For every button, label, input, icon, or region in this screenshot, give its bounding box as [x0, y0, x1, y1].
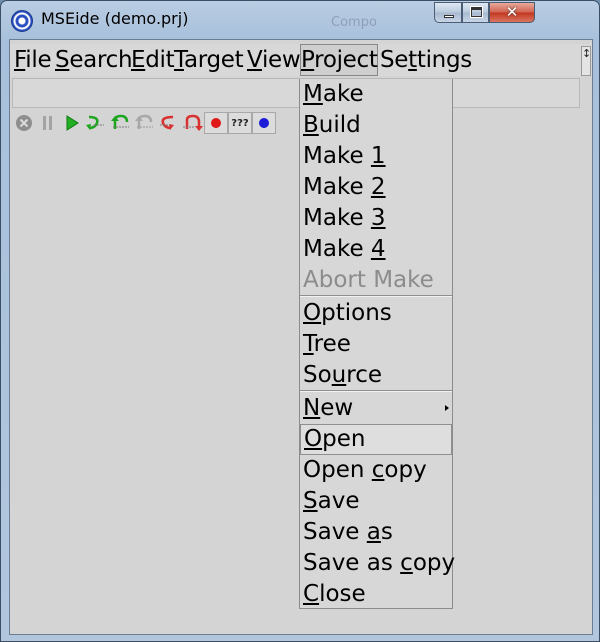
menu-separator — [300, 295, 452, 297]
menu-item-tree[interactable]: Tree — [300, 329, 452, 360]
menu-search[interactable]: Search — [55, 44, 133, 76]
menu-item-save-as[interactable]: Save as — [300, 517, 452, 548]
minimize-icon — [444, 15, 454, 18]
watch-button[interactable] — [252, 112, 276, 134]
menu-item-save-as-copy[interactable]: Save as copy — [300, 548, 455, 579]
pause-icon — [43, 116, 52, 130]
menu-bar: File Search Edit Target View Project Set… — [10, 44, 592, 76]
menu-item-open-copy[interactable]: Open copy — [300, 455, 452, 486]
debug-toolbar: ??? — [12, 112, 276, 134]
menu-settings[interactable]: Settings — [380, 44, 472, 76]
menu-item-source[interactable]: Source — [300, 360, 452, 391]
submenu-arrow-icon — [445, 405, 449, 411]
step-back-button[interactable] — [180, 112, 204, 134]
step-disabled-icon — [135, 114, 153, 129]
mseide-app-icon — [11, 10, 33, 32]
app-window: MSEide (demo.prj) Compo ✕ File Search Ed… — [0, 0, 600, 642]
minimize-button[interactable] — [434, 2, 462, 23]
breakpoint-button[interactable] — [204, 112, 228, 134]
step-out-button[interactable] — [156, 112, 180, 134]
project-menu-dropdown: Make Build Make 1 Make 2 Make 3 Make 4 A… — [299, 79, 455, 610]
menu-file[interactable]: File — [14, 44, 52, 76]
step-back-icon — [183, 114, 203, 131]
stop-button[interactable] — [12, 112, 36, 134]
editor-tab-strip — [12, 78, 580, 108]
menu-edit[interactable]: Edit — [131, 44, 175, 76]
menu-item-options[interactable]: Options — [300, 298, 452, 329]
step-over-icon — [111, 114, 129, 129]
menu-item-build[interactable]: Build — [300, 110, 452, 141]
close-icon: ✕ — [505, 3, 519, 21]
menu-item-new[interactable]: New — [300, 393, 452, 424]
menubar-scroll-arrows[interactable]: ↕ — [581, 46, 591, 76]
pause-button[interactable] — [36, 112, 60, 134]
menu-item-abort-make: Abort Make — [303, 267, 434, 293]
run-icon — [66, 115, 79, 131]
menu-item-close[interactable]: Close — [300, 579, 452, 610]
step-into-icon — [86, 115, 104, 130]
unknown-button[interactable]: ??? — [228, 112, 252, 134]
run-button[interactable] — [60, 112, 84, 134]
menu-item-make-1[interactable]: Make 1 — [300, 141, 452, 172]
menu-item-make-4[interactable]: Make 4 — [300, 234, 452, 265]
step-over-button[interactable] — [108, 112, 132, 134]
step-out-icon — [160, 115, 174, 130]
menu-project[interactable]: Project — [300, 44, 378, 76]
title-bar[interactable]: MSEide (demo.prj) Compo ✕ — [1, 1, 599, 39]
menu-target[interactable]: Target — [174, 44, 244, 76]
close-button[interactable]: ✕ — [489, 2, 535, 23]
maximize-button[interactable] — [462, 2, 489, 23]
menu-item-open[interactable]: Open — [300, 424, 452, 455]
menu-item-make-3[interactable]: Make 3 — [300, 203, 452, 234]
breakpoint-icon — [211, 118, 221, 128]
menu-item-make[interactable]: Make — [300, 79, 452, 110]
step-into-button[interactable] — [84, 112, 108, 134]
step-disabled-button[interactable] — [132, 112, 156, 134]
menu-view[interactable]: View — [247, 44, 301, 76]
stop-icon — [16, 115, 32, 131]
window-title: MSEide (demo.prj) — [41, 9, 189, 28]
maximize-icon — [470, 6, 483, 18]
menu-item-make-2[interactable]: Make 2 — [300, 172, 452, 203]
background-window-ghost: Compo — [331, 15, 377, 30]
unknown-icon: ??? — [231, 117, 249, 129]
menu-item-save[interactable]: Save — [300, 486, 452, 517]
watch-icon — [259, 118, 269, 128]
menu-separator — [300, 390, 452, 392]
